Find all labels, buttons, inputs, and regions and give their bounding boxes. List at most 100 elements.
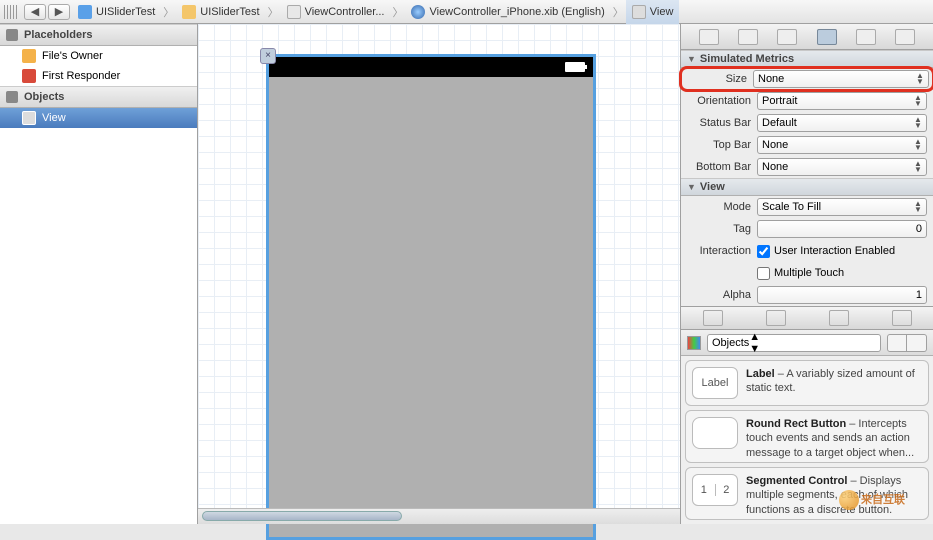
bottombar-value: None — [762, 161, 788, 173]
statusbar-popup[interactable]: Default ▲▼ — [757, 114, 927, 132]
placeholders-section[interactable]: Placeholders — [0, 24, 197, 46]
library-item-button[interactable]: Round Rect Button – Intercepts touch eve… — [685, 410, 929, 463]
size-tab[interactable] — [856, 29, 876, 45]
bottombar-row: Bottom Bar None ▲▼ — [681, 156, 933, 178]
mode-value: Scale To Fill — [762, 201, 821, 213]
view-icon — [22, 111, 36, 125]
size-value: None — [758, 73, 784, 85]
multiple-touch-checkbox[interactable] — [757, 267, 770, 280]
attributes-tab[interactable] — [817, 29, 837, 45]
button-desc: Round Rect Button – Intercepts touch eve… — [746, 417, 922, 460]
user-interaction-checkbox[interactable] — [757, 245, 770, 258]
multitouch-row: Multiple Touch — [681, 262, 933, 284]
document-outline: Placeholders File's Owner First Responde… — [0, 24, 198, 524]
crumb-folder[interactable]: UISliderTest — [176, 0, 265, 24]
crumb-file[interactable]: ViewController... — [281, 0, 391, 24]
crumb-file-label: ViewController... — [305, 6, 385, 18]
user-interaction-label: User Interaction Enabled — [774, 245, 895, 257]
popup-arrows-icon: ▲▼ — [912, 161, 924, 173]
statusbar-row: Status Bar Default ▲▼ — [681, 112, 933, 134]
file-template-tab[interactable] — [703, 310, 723, 326]
alpha-label: Alpha — [687, 289, 757, 301]
tag-field[interactable] — [757, 220, 927, 238]
inspector-tabbar — [681, 24, 933, 50]
quickhelp-tab[interactable] — [738, 29, 758, 45]
crumb-xib[interactable]: ViewController_iPhone.xib (English) — [405, 0, 610, 24]
crumb-project[interactable]: UISliderTest — [72, 0, 161, 24]
object-library-tab[interactable] — [829, 310, 849, 326]
canvas[interactable]: × — [198, 24, 680, 524]
seg-thumb-1: 1 — [693, 484, 716, 496]
bottombar-popup[interactable]: None ▲▼ — [757, 158, 927, 176]
orientation-row: Orientation Portrait ▲▼ — [681, 90, 933, 112]
connections-tab[interactable] — [895, 29, 915, 45]
placeholders-title: Placeholders — [24, 29, 92, 41]
first-responder-row[interactable]: First Responder — [0, 66, 197, 86]
first-responder-label: First Responder — [42, 70, 120, 82]
breadcrumb-separator: 〉 — [611, 4, 626, 20]
size-row: Size None ▲▼ — [681, 68, 933, 90]
disclosure-triangle-icon: ▼ — [687, 54, 696, 64]
topbar-popup[interactable]: None ▲▼ — [757, 136, 927, 154]
watermark-icon — [839, 490, 859, 510]
multiple-touch-check[interactable]: Multiple Touch — [757, 267, 844, 280]
view-section-header[interactable]: ▼ View — [681, 178, 933, 196]
tag-row: Tag — [681, 218, 933, 240]
view-row[interactable]: View — [0, 108, 197, 128]
statusbar-value: Default — [762, 117, 797, 129]
scrollbar-thumb[interactable] — [202, 511, 402, 521]
topbar-value: None — [762, 139, 788, 151]
media-library-tab[interactable] — [892, 310, 912, 326]
code-snippet-tab[interactable] — [766, 310, 786, 326]
library-item-label[interactable]: Label Label – A variably sized amount of… — [685, 360, 929, 406]
tag-input[interactable] — [762, 223, 922, 235]
simulated-metrics-title: Simulated Metrics — [700, 53, 794, 65]
popup-arrows-icon: ▲▼ — [914, 73, 926, 85]
grid-view-button[interactable] — [887, 334, 907, 352]
list-view-button[interactable] — [907, 334, 927, 352]
files-owner-row[interactable]: File's Owner — [0, 46, 197, 66]
simulated-metrics-header[interactable]: ▼ Simulated Metrics — [681, 50, 933, 68]
alpha-row: Alpha — [681, 284, 933, 306]
view-icon — [632, 5, 646, 19]
interaction-label: Interaction — [687, 245, 757, 257]
bottombar-label: Bottom Bar — [687, 161, 757, 173]
canvas-scrollbar[interactable] — [198, 508, 680, 524]
segmented-title: Segmented Control — [746, 475, 847, 487]
multiple-touch-label: Multiple Touch — [774, 267, 844, 279]
button-title: Round Rect Button — [746, 418, 846, 430]
library-category-popup[interactable]: Objects ▲▼ — [707, 334, 881, 352]
alpha-field[interactable] — [757, 286, 927, 304]
library-filter-bar: Objects ▲▼ — [681, 330, 933, 356]
objects-section[interactable]: Objects — [0, 86, 197, 108]
crumb-xib-label: ViewController_iPhone.xib (English) — [429, 6, 604, 18]
back-button[interactable]: ◀ — [24, 4, 46, 20]
topbar-label: Top Bar — [687, 139, 757, 151]
close-handle[interactable]: × — [260, 48, 276, 64]
watermark-text: 来自互联 — [861, 494, 905, 506]
alpha-input[interactable] — [762, 289, 922, 301]
battery-icon — [565, 62, 585, 72]
library-view-segmented[interactable] — [887, 334, 927, 352]
orientation-popup[interactable]: Portrait ▲▼ — [757, 92, 927, 110]
inspector-panel: ▼ Simulated Metrics Size None ▲▼ Orienta… — [680, 24, 933, 524]
forward-button[interactable]: ▶ — [48, 4, 70, 20]
identity-tab[interactable] — [777, 29, 797, 45]
size-label: Size — [683, 73, 753, 85]
mode-popup[interactable]: Scale To Fill ▲▼ — [757, 198, 927, 216]
label-desc: Label – A variably sized amount of stati… — [746, 367, 922, 396]
folder-icon — [182, 5, 196, 19]
orientation-value: Portrait — [762, 95, 797, 107]
statusbar-label: Status Bar — [687, 117, 757, 129]
popup-arrows-icon: ▲▼ — [912, 117, 924, 129]
user-interaction-check[interactable]: User Interaction Enabled — [757, 245, 895, 258]
jump-bar: ◀ ▶ UISliderTest 〉 UISliderTest 〉 ViewCo… — [0, 0, 933, 24]
device-view[interactable]: × — [266, 54, 596, 540]
crumb-view[interactable]: View — [626, 0, 680, 24]
file-inspector-tab[interactable] — [699, 29, 719, 45]
seg-thumb-2: 2 — [716, 484, 738, 496]
button-thumb — [692, 417, 738, 449]
size-popup[interactable]: None ▲▼ — [753, 70, 929, 88]
globe-icon — [411, 5, 425, 19]
topbar-row: Top Bar None ▲▼ — [681, 134, 933, 156]
